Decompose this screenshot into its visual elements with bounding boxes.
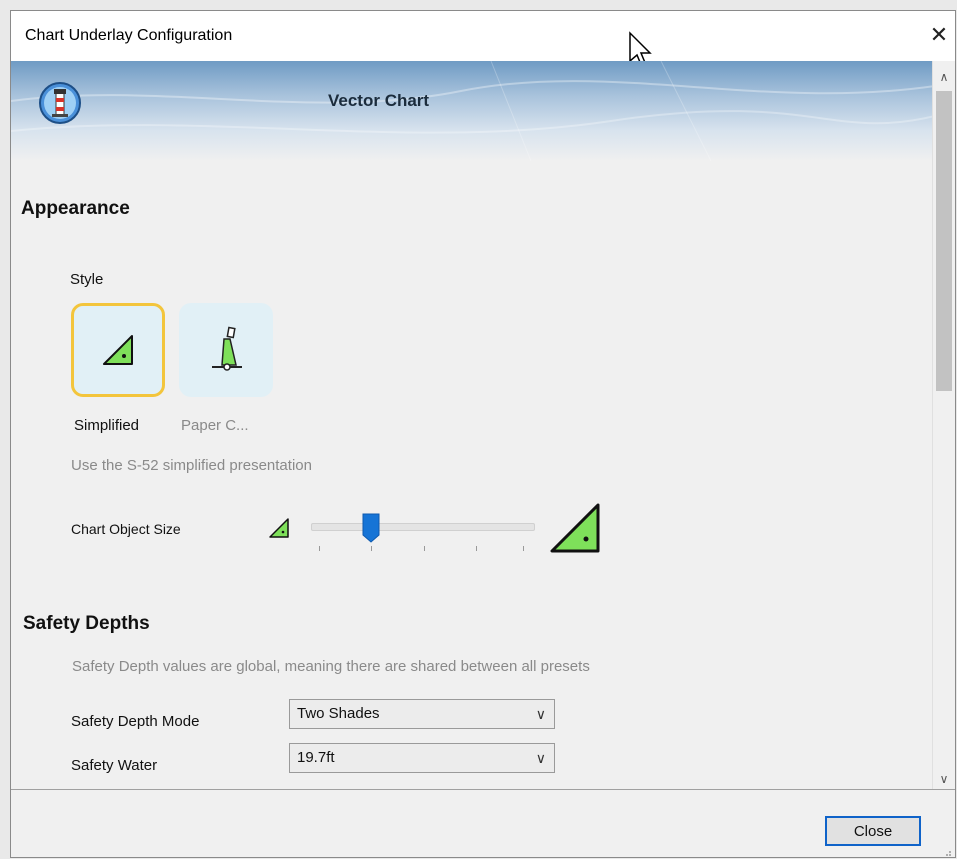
safety-water-value: 19.7ft <box>297 749 335 766</box>
safety-water-select[interactable]: 19.7ft ∨ <box>289 743 555 773</box>
close-button[interactable]: Close <box>825 816 921 846</box>
chevron-down-icon: ∨ <box>535 750 546 766</box>
window-title: Chart Underlay Configuration <box>25 27 233 44</box>
safety-depth-mode-label: Safety Depth Mode <box>71 713 200 730</box>
resize-grip-icon[interactable] <box>942 847 952 857</box>
chevron-down-icon: ∨ <box>535 706 546 722</box>
slider-tick <box>319 546 320 551</box>
style-description: Use the S-52 simplified presentation <box>71 457 312 474</box>
settings-content: Appearance Style Simplified Paper C... U… <box>11 161 935 789</box>
window-close-button[interactable]: ✕ <box>925 21 953 49</box>
banner-title: Vector Chart <box>328 91 430 110</box>
style-label: Style <box>70 271 104 288</box>
nautical-chart-background <box>11 61 935 161</box>
safety-depth-mode-value: Two Shades <box>297 705 380 722</box>
large-size-icon <box>550 503 600 553</box>
style-option-paper-chart-label: Paper C... <box>181 417 249 434</box>
slider-tick <box>424 546 425 551</box>
safety-depth-mode-select[interactable]: Two Shades ∨ <box>289 699 555 729</box>
scroll-thumb[interactable] <box>936 91 952 391</box>
chart-object-size-label: Chart Object Size <box>71 521 181 537</box>
scroll-up-arrow-icon[interactable]: ∧ <box>933 67 955 87</box>
chart-underlay-dialog: Chart Underlay Configuration ✕ Vector Ch… <box>10 10 956 858</box>
style-option-simplified-label: Simplified <box>74 417 140 434</box>
title-bar: Chart Underlay Configuration ✕ <box>11 11 955 61</box>
safety-depths-note: Safety Depth values are global, meaning … <box>72 658 590 675</box>
vector-chart-banner: Vector Chart <box>11 61 935 161</box>
slider-thumb[interactable] <box>362 513 380 543</box>
vertical-scrollbar[interactable]: ∧ ∨ <box>932 61 955 789</box>
appearance-heading: Appearance <box>21 198 130 219</box>
slider-tick <box>371 546 372 551</box>
style-option-simplified[interactable] <box>71 303 165 397</box>
dialog-footer: Close <box>11 789 955 857</box>
simplified-buoy-icon <box>103 335 133 365</box>
paper-chart-buoy-icon <box>212 326 242 371</box>
style-option-paper-chart[interactable] <box>179 303 273 397</box>
scroll-down-arrow-icon[interactable]: ∨ <box>933 769 955 789</box>
chart-object-size-slider[interactable] <box>311 523 535 531</box>
safety-depths-heading: Safety Depths <box>23 613 150 634</box>
slider-tick <box>476 546 477 551</box>
safety-water-label: Safety Water <box>71 757 158 774</box>
small-size-icon <box>269 518 289 538</box>
slider-tick <box>523 546 524 551</box>
lighthouse-icon <box>39 82 81 124</box>
